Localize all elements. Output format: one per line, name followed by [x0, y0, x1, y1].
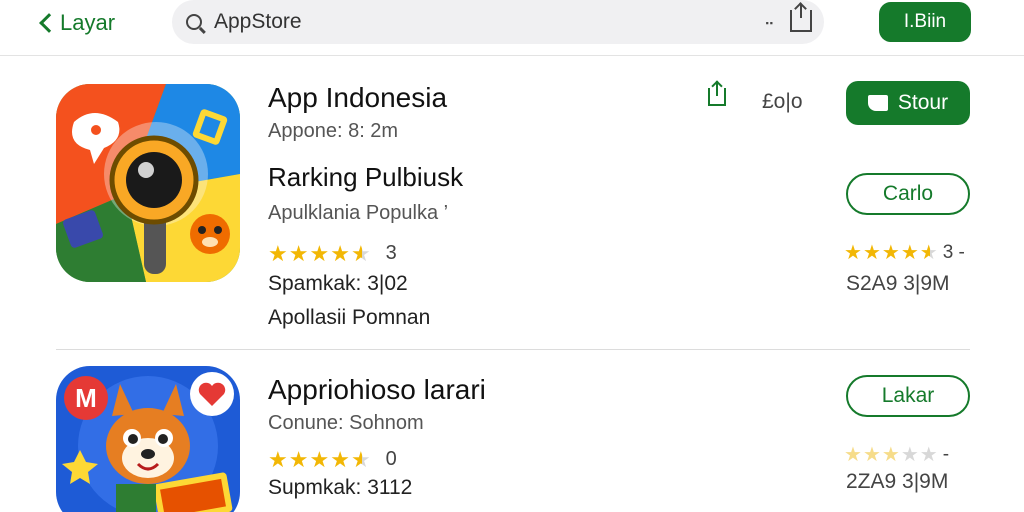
star-icon: ★: [900, 242, 919, 264]
app-subtitle: Conune: Sohnom: [268, 412, 424, 434]
app-category: Apulklania Populka ’: [268, 202, 449, 224]
back-button[interactable]: Layar: [36, 6, 115, 40]
back-label: Layar: [60, 10, 116, 35]
secondary-button[interactable]: Carlo: [846, 173, 970, 215]
app-list-item[interactable]: App Indonesia Appone: 8: 2m Rarking Pulb…: [56, 80, 970, 340]
right-rating-stars: ★ ★ ★ ★ ★ -: [844, 444, 949, 466]
more-dots-icon[interactable]: ▪▪: [766, 18, 774, 28]
search-bar[interactable]: ▪▪: [172, 0, 824, 44]
right-rating-stars: ★ ★ ★ ★ ★ 3 -: [844, 242, 965, 264]
app-title[interactable]: Appriohioso larari: [268, 374, 486, 406]
section-heading: Rarking Pulbiusk: [268, 162, 464, 192]
star-icon: ★: [268, 446, 288, 472]
list-divider: [56, 349, 970, 350]
star-icon: ★: [330, 446, 350, 472]
star-icon: ★: [881, 242, 900, 264]
share-icon[interactable]: [790, 4, 812, 32]
star-icon: ★: [309, 446, 330, 472]
app-meta: Supmkak: 3112: [268, 476, 413, 499]
star-icon: ★: [844, 242, 862, 264]
star-half-icon: ★: [350, 446, 371, 472]
app-price: £o|o: [762, 90, 803, 113]
rating-stars: ★ ★ ★ ★ ★ 0: [268, 448, 397, 471]
search-icon: [186, 14, 202, 30]
app-icon[interactable]: [56, 84, 240, 282]
app-size: 2ZA9 3|9M: [846, 470, 949, 493]
app-meta: Spamkak: 3|02: [268, 272, 408, 295]
app-title[interactable]: App Indonesia: [268, 82, 447, 114]
share-icon: [708, 82, 726, 106]
rating-count: 0: [385, 448, 397, 470]
app-list-item[interactable]: M Appriohioso larari Conune: Sohnom ★ ★ …: [56, 366, 970, 512]
star-half-icon: ★: [350, 240, 371, 266]
star-icon: ★: [862, 242, 881, 264]
star-icon: ★: [844, 444, 862, 466]
rating-stars: ★ ★ ★ ★ ★ 3: [268, 242, 397, 265]
secondary-button[interactable]: Lakar: [846, 375, 970, 417]
star-icon: ★: [862, 444, 881, 466]
star-icon: ★: [330, 240, 350, 266]
star-icon: ★: [309, 240, 330, 266]
top-bar: Layar ▪▪ I.Biin: [0, 0, 1024, 56]
star-empty-icon: ★: [900, 444, 919, 466]
right-rating-count: -: [942, 444, 950, 465]
get-button[interactable]: Stour: [846, 81, 970, 125]
chevron-left-icon: [39, 13, 59, 33]
chat-icon: [867, 95, 888, 111]
app-size: S2A9 3|9M: [846, 272, 950, 295]
share-button[interactable]: [708, 82, 726, 106]
svg-text:M: M: [75, 383, 97, 413]
app-extra: Apollasii Pomnan: [268, 306, 431, 329]
app-icon-graphic: [56, 84, 240, 282]
app-icon[interactable]: M: [56, 366, 240, 512]
star-empty-icon: ★: [919, 444, 938, 466]
get-button-label: Stour: [897, 91, 949, 114]
right-rating-count: 3 -: [942, 242, 965, 263]
rating-count: 3: [385, 242, 397, 264]
star-icon: ★: [288, 240, 309, 266]
star-half-icon: ★: [919, 242, 938, 264]
star-icon: ★: [288, 446, 309, 472]
app-subtitle: Appone: 8: 2m: [268, 120, 399, 142]
app-icon-graphic: M: [56, 366, 240, 512]
star-icon: ★: [268, 240, 288, 266]
star-icon: ★: [881, 444, 900, 466]
header-action-button[interactable]: I.Biin: [879, 2, 971, 42]
search-input[interactable]: [214, 10, 734, 34]
